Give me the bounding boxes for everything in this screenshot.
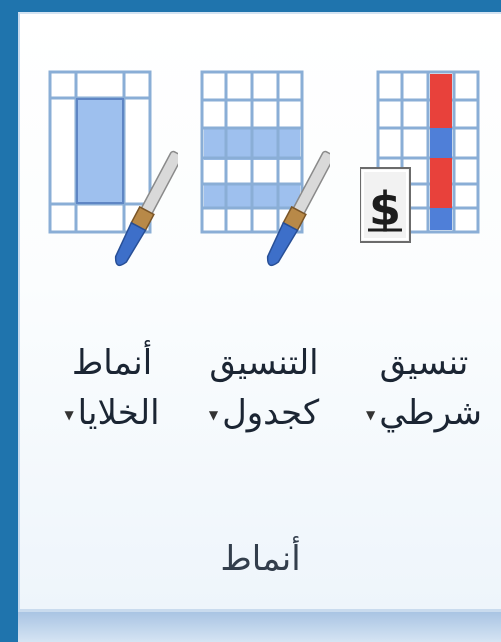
cell-styles-label-line1: أنماط	[71, 343, 153, 383]
group-title: أنماط	[220, 539, 301, 579]
chevron-down-icon: ▼	[64, 407, 74, 422]
ribbon-bottom-border	[18, 612, 501, 642]
conditional-formatting-label-line2: شرطي	[379, 393, 482, 433]
cell-styles-icon	[48, 70, 183, 280]
chevron-down-icon: ▼	[208, 407, 219, 422]
cell-styles-label-line2: الخلايا	[77, 393, 160, 433]
styles-ribbon-group: أنماط الخلايا▼ التنسيق كجدول▼ $ تنسيق شر…	[18, 12, 501, 612]
chevron-down-icon: ▼	[366, 407, 376, 422]
format-as-table-button[interactable]: التنسيق كجدول▼	[190, 70, 338, 445]
svg-text:$: $	[369, 182, 401, 236]
format-as-table-icon	[200, 70, 335, 280]
format-as-table-label-line2: كجدول	[222, 393, 320, 433]
conditional-formatting-button[interactable]: $ تنسيق شرطي▼	[350, 70, 498, 445]
format-as-table-label-line1: التنسيق	[209, 343, 319, 383]
conditional-formatting-label-line1: تنسيق	[379, 343, 469, 383]
cell-styles-button[interactable]: أنماط الخلايا▼	[38, 70, 186, 445]
conditional-formatting-icon: $	[359, 70, 490, 280]
